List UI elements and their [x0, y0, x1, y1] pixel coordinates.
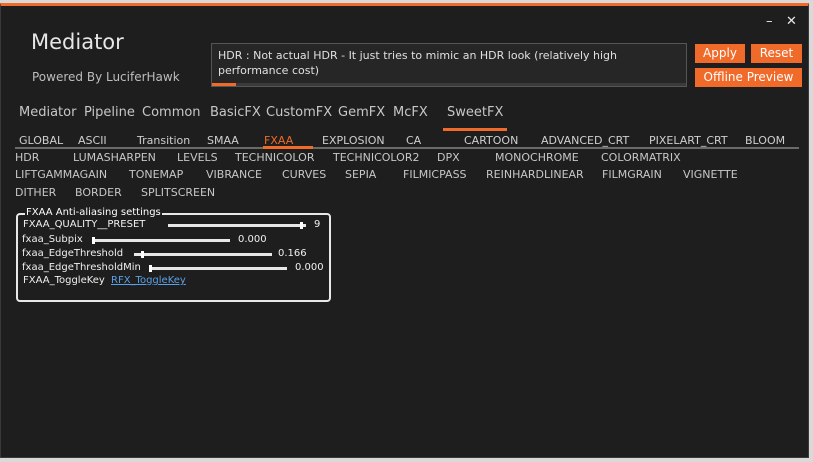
description-progress-fill: [212, 83, 236, 86]
subtab-smaa[interactable]: SMAA: [207, 134, 239, 147]
setting-label-subpix: fxaa_Subpix: [22, 234, 83, 245]
setting-label-quality-preset: FXAA_QUALITY__PRESET: [23, 219, 146, 230]
subtab-cartoon[interactable]: CARTOON: [464, 134, 518, 147]
effect-filmgrain[interactable]: FILMGRAIN: [602, 168, 662, 181]
effect-dither[interactable]: DITHER: [15, 186, 56, 199]
edge-threshold-slider[interactable]: [134, 251, 272, 258]
apply-button[interactable]: Apply: [695, 44, 745, 63]
description-text: HDR : Not actual HDR - It just tries to …: [218, 49, 618, 77]
effect-splitscreen[interactable]: SPLITSCREEN: [141, 186, 215, 199]
close-button[interactable]: ✕: [786, 14, 797, 29]
reset-button[interactable]: Reset: [751, 44, 802, 63]
effect-filmicpass[interactable]: FILMICPASS: [403, 168, 467, 181]
setting-label-edge-threshold: fxaa_EdgeThreshold: [22, 248, 124, 259]
quality-preset-slider[interactable]: [168, 222, 306, 229]
edge-threshold-value: 0.166: [278, 248, 307, 259]
subtab-ascii[interactable]: ASCII: [78, 134, 107, 147]
tab-customfx[interactable]: CustomFX: [266, 105, 332, 120]
effect-technicolor[interactable]: TECHNICOLOR: [235, 151, 314, 164]
sub-tabs-divider: [15, 147, 799, 149]
edge-threshold-slider-thumb[interactable]: [141, 251, 144, 258]
effect-liftgammagain[interactable]: LIFTGAMMAGAIN: [15, 168, 107, 181]
subtab-global[interactable]: GLOBAL: [19, 134, 63, 147]
tab-pipeline[interactable]: Pipeline: [84, 105, 135, 120]
settings-panel-title: FXAA Anti-aliasing settings: [25, 207, 162, 218]
quality-preset-slider-thumb[interactable]: [300, 222, 303, 229]
effect-border[interactable]: BORDER: [75, 186, 122, 199]
subpix-slider[interactable]: [92, 237, 230, 244]
description-progress: [212, 83, 686, 86]
effect-vignette[interactable]: VIGNETTE: [683, 168, 738, 181]
effect-tonemap[interactable]: TONEMAP: [129, 168, 183, 181]
effect-vibrance[interactable]: VIBRANCE: [206, 168, 262, 181]
subtab-advanced-crt[interactable]: ADVANCED_CRT: [541, 134, 629, 147]
subtab-pixelart-crt[interactable]: PIXELART_CRT: [649, 134, 728, 147]
effect-levels[interactable]: LEVELS: [177, 151, 218, 164]
effect-dpx[interactable]: DPX: [437, 151, 460, 164]
offline-preview-button[interactable]: Offline Preview: [695, 68, 802, 87]
tab-basicfx[interactable]: BasicFX: [210, 105, 261, 120]
effect-reinhardlinear[interactable]: REINHARDLINEAR: [486, 168, 584, 181]
app-subtitle: Powered By LuciferHawk: [32, 70, 180, 84]
tab-gemfx[interactable]: GemFX: [338, 105, 385, 120]
quality-preset-value: 9: [314, 219, 321, 230]
subtab-ca[interactable]: CA: [406, 134, 421, 147]
subpix-slider-thumb[interactable]: [92, 237, 95, 244]
tab-mcfx[interactable]: McFX: [393, 105, 428, 120]
app-title: Mediator: [31, 30, 124, 54]
edge-threshold-min-slider[interactable]: [149, 265, 287, 272]
subtab-bloom[interactable]: BLOOM: [745, 134, 785, 147]
tab-sweetfx[interactable]: SweetFX: [447, 105, 503, 120]
tab-common[interactable]: Common: [142, 105, 201, 120]
setting-label-edge-threshold-min: fxaa_EdgeThresholdMin: [22, 262, 141, 273]
effect-technicolor2[interactable]: TECHNICOLOR2: [333, 151, 419, 164]
edge-threshold-min-value: 0.000: [295, 262, 324, 273]
minimize-button[interactable]: –: [766, 14, 773, 29]
effect-colormatrix[interactable]: COLORMATRIX: [601, 151, 681, 164]
subtab-explosion[interactable]: EXPLOSION: [322, 134, 385, 147]
sub-tabs: GLOBAL ASCII Transition SMAA FXAA EXPLOS…: [15, 131, 799, 147]
toggle-key-link[interactable]: RFX_ToggleKey: [111, 275, 186, 286]
edge-threshold-min-slider-thumb[interactable]: [149, 265, 152, 272]
effect-lumasharpen[interactable]: LUMASHARPEN: [73, 151, 156, 164]
effect-hdr[interactable]: HDR: [15, 151, 39, 164]
setting-label-toggle-key: FXAA_ToggleKey: [23, 275, 105, 286]
sub-tab-indicator: [263, 146, 313, 149]
tab-mediator[interactable]: Mediator: [19, 105, 76, 120]
effect-monochrome[interactable]: MONOCHROME: [495, 151, 579, 164]
subtab-transition[interactable]: Transition: [137, 134, 190, 147]
subpix-value: 0.000: [238, 234, 267, 245]
main-window: – ✕ Mediator Powered By LuciferHawk HDR …: [0, 3, 809, 458]
description-box: HDR : Not actual HDR - It just tries to …: [211, 43, 687, 87]
effect-sepia[interactable]: SEPIA: [345, 168, 376, 181]
fxaa-settings-panel: FXAA Anti-aliasing settings FXAA_QUALITY…: [16, 207, 331, 302]
effect-curves[interactable]: CURVES: [282, 168, 326, 181]
